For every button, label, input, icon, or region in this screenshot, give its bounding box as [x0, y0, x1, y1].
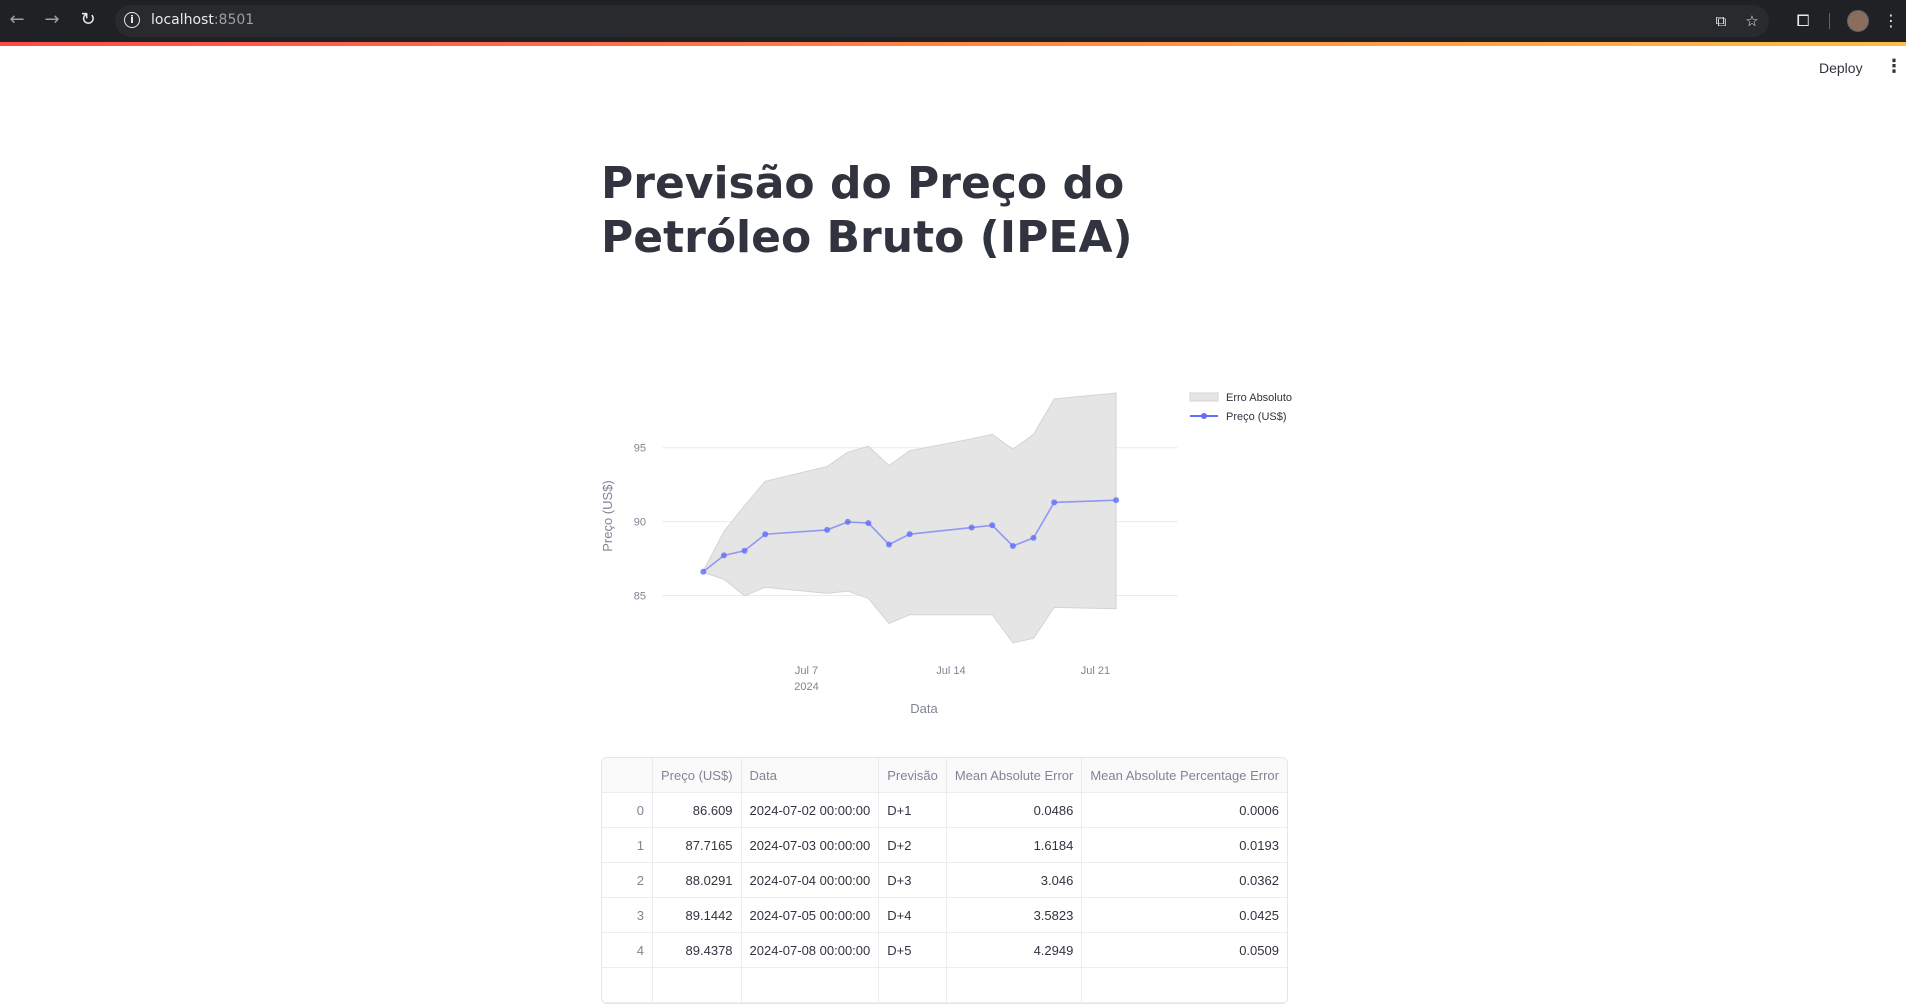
error-band-area — [702, 392, 1117, 644]
address-bar[interactable]: i localhost:8501 ⧉ ☆ — [115, 5, 1769, 37]
main-menu-icon[interactable]: ⋮ — [1885, 56, 1903, 77]
app-header-decoration — [0, 42, 1906, 46]
table-row[interactable]: 1 87.7165 2024-07-03 00:00:00 D+2 1.6184… — [602, 828, 1287, 863]
forward-icon[interactable]: → — [41, 9, 63, 31]
cell-preco[interactable]: 88.0291 — [653, 863, 742, 898]
table-row[interactable] — [602, 968, 1287, 1003]
legend-label-erro-absoluto: Erro Absoluto — [1226, 392, 1292, 404]
price-data-point — [1030, 534, 1037, 541]
row-index: 3 — [602, 898, 653, 933]
row-index: 1 — [602, 828, 653, 863]
cell-mape[interactable]: 0.0362 — [1082, 863, 1287, 898]
cell-data[interactable]: 2024-07-08 00:00:00 — [741, 933, 880, 968]
y-tick-label: 90 — [634, 517, 646, 529]
cell-preco[interactable] — [653, 968, 742, 1003]
column-header-previsao[interactable]: Previsão — [879, 758, 947, 793]
y-tick-label: 85 — [634, 591, 646, 603]
x-tick-label: Jul 14 — [936, 665, 965, 677]
bookmark-star-icon[interactable]: ☆ — [1742, 11, 1762, 31]
cell-mae[interactable]: 0.0486 — [946, 793, 1083, 828]
legend-marker-preco — [1201, 413, 1207, 419]
row-index: 2 — [602, 863, 653, 898]
cell-data[interactable]: 2024-07-04 00:00:00 — [741, 863, 880, 898]
cell-preco[interactable]: 89.4378 — [653, 933, 742, 968]
table-row[interactable]: 3 89.1442 2024-07-05 00:00:00 D+4 3.5823… — [602, 898, 1287, 933]
x-tick-label: Jul 7 2024 — [794, 665, 818, 693]
cell-mape[interactable]: 0.0006 — [1082, 793, 1287, 828]
row-index: 0 — [602, 793, 653, 828]
back-icon[interactable]: ← — [6, 9, 28, 31]
table-row[interactable]: 4 89.4378 2024-07-08 00:00:00 D+5 4.2949… — [602, 933, 1287, 968]
cell-previsao[interactable]: D+2 — [879, 828, 947, 863]
price-data-point — [886, 541, 893, 548]
url-text[interactable]: localhost:8501 — [151, 12, 254, 28]
table-header-row: Preço (US$) Data Previsão Mean Absolute … — [602, 758, 1287, 793]
row-index: 4 — [602, 933, 653, 968]
legend-swatch-erro-absoluto — [1189, 392, 1219, 402]
cell-previsao[interactable] — [879, 968, 947, 1003]
y-axis-title: Preço (US$) — [600, 480, 615, 552]
x-tick-label: Jul 21 — [1081, 665, 1110, 677]
deploy-button[interactable]: Deploy — [1815, 58, 1867, 78]
site-info-icon[interactable]: i — [124, 12, 140, 28]
price-data-point — [968, 524, 975, 531]
price-data-point — [906, 531, 913, 538]
cell-mae[interactable]: 1.6184 — [946, 828, 1083, 863]
cell-data[interactable]: 2024-07-05 00:00:00 — [741, 898, 880, 933]
cell-preco[interactable]: 89.1442 — [653, 898, 742, 933]
translate-icon[interactable]: ⧉ — [1711, 11, 1731, 31]
price-data-point — [700, 568, 707, 575]
price-data-point — [720, 552, 727, 559]
cell-previsao[interactable]: D+5 — [879, 933, 947, 968]
column-header-mae[interactable]: Mean Absolute Error — [946, 758, 1083, 793]
cell-mae[interactable]: 3.5823 — [946, 898, 1083, 933]
column-header-data[interactable]: Data — [741, 758, 880, 793]
table-row[interactable]: 0 86.609 2024-07-02 00:00:00 D+1 0.0486 … — [602, 793, 1287, 828]
cell-previsao[interactable]: D+3 — [879, 863, 947, 898]
column-header-mape[interactable]: Mean Absolute Percentage Error — [1082, 758, 1287, 793]
browser-menu-icon[interactable]: ⋮ — [1883, 10, 1899, 32]
cell-mape[interactable]: 0.0509 — [1082, 933, 1287, 968]
cell-mape[interactable]: 0.0193 — [1082, 828, 1287, 863]
browser-toolbar: ← → ↻ i localhost:8501 ⧉ ☆ ⧠ ⋮ — [0, 0, 1906, 42]
column-header-preco[interactable]: Preço (US$) — [653, 758, 742, 793]
price-forecast-chart[interactable]: 85 90 95 Jul 7 2024 Jul 14 Jul 21 Data Preço (US… — [598, 380, 1298, 725]
cell-mae[interactable] — [946, 968, 1083, 1003]
cell-mae[interactable]: 4.2949 — [946, 933, 1083, 968]
price-data-point — [1009, 542, 1016, 549]
reload-icon[interactable]: ↻ — [77, 9, 99, 31]
price-data-point — [762, 531, 769, 538]
row-index — [602, 968, 653, 1003]
x-axis-title: Data — [910, 701, 938, 716]
price-data-point — [741, 547, 748, 554]
cell-mae[interactable]: 3.046 — [946, 863, 1083, 898]
profile-avatar[interactable] — [1847, 10, 1869, 32]
price-data-point — [1113, 497, 1120, 504]
cell-previsao[interactable]: D+1 — [879, 793, 947, 828]
column-header-index[interactable] — [602, 758, 653, 793]
cell-data[interactable] — [741, 968, 880, 1003]
forecast-table[interactable]: Preço (US$) Data Previsão Mean Absolute … — [601, 757, 1288, 1004]
cell-data[interactable]: 2024-07-02 00:00:00 — [741, 793, 880, 828]
page-title: Previsão do Preço do Petróleo Bruto (IPE… — [601, 158, 1133, 263]
table-row[interactable]: 2 88.0291 2024-07-04 00:00:00 D+3 3.046 … — [602, 863, 1287, 898]
cell-mape[interactable]: 0.0425 — [1082, 898, 1287, 933]
price-data-point — [844, 518, 851, 525]
chart-svg[interactable]: 85 90 95 Jul 7 2024 Jul 14 Jul 21 Data Preço (US… — [598, 380, 1298, 725]
cell-preco[interactable]: 87.7165 — [653, 828, 742, 863]
legend-label-preco: Preço (US$) — [1226, 411, 1287, 423]
cell-mape[interactable] — [1082, 968, 1287, 1003]
cell-previsao[interactable]: D+4 — [879, 898, 947, 933]
price-data-point — [1051, 499, 1058, 506]
price-data-point — [989, 522, 996, 529]
y-tick-label: 95 — [634, 443, 646, 455]
toolbar-divider — [1829, 13, 1830, 29]
cell-preco[interactable]: 86.609 — [653, 793, 742, 828]
cell-data[interactable]: 2024-07-03 00:00:00 — [741, 828, 880, 863]
price-data-point — [865, 520, 872, 527]
price-data-point — [824, 526, 831, 533]
extensions-icon[interactable]: ⧠ — [1792, 10, 1814, 32]
